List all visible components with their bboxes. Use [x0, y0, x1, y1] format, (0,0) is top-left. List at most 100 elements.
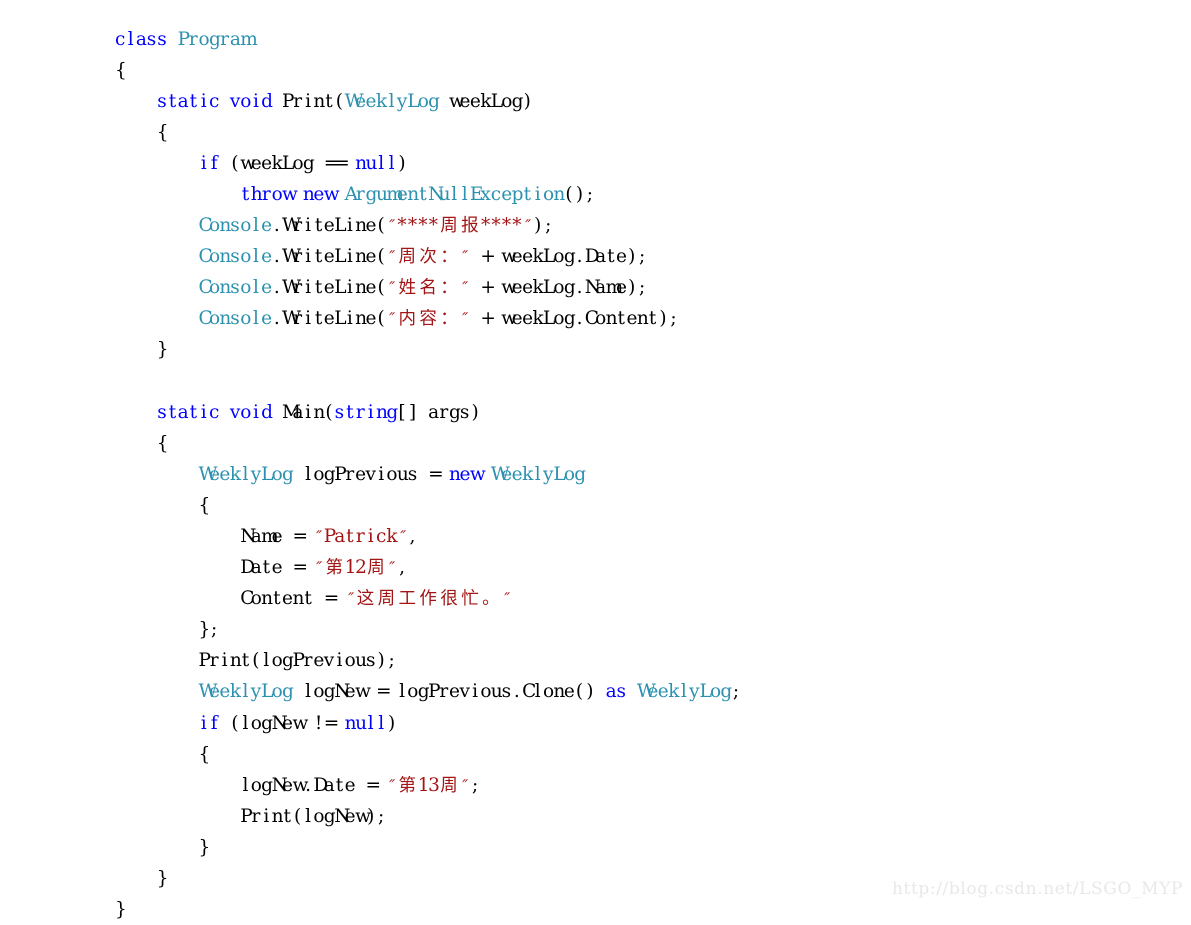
- code-indent: [115, 650, 199, 671]
- code-line: {: [115, 739, 741, 770]
- code-indent: [115, 495, 199, 516]
- code-token-punct: };: [199, 619, 220, 640]
- code-token-plain: [480, 464, 490, 485]
- code-token-plain: [626, 681, 636, 702]
- code-token-plain: .WriteLine(: [272, 246, 387, 267]
- code-line: [115, 366, 741, 397]
- code-token-plain: ): [397, 153, 407, 174]
- code-indent: [115, 775, 240, 796]
- code-token-plain: logPrevious =: [292, 464, 449, 485]
- code-line: {: [115, 428, 741, 459]
- code-token-plain: [219, 402, 229, 423]
- code-indent: [115, 588, 240, 609]
- code-token-punct: }: [115, 899, 125, 920]
- code-token-plain: [167, 29, 177, 50]
- code-token-plain: .WriteLine(: [272, 308, 387, 329]
- code-token-keyword: null: [355, 153, 397, 174]
- code-line: logNew.Date = ″第13周″;: [115, 770, 741, 801]
- code-line: static void Print(WeeklyLog weekLog): [115, 86, 741, 117]
- code-token-punct: }: [157, 868, 167, 889]
- code-token-plain: logNew.Date =: [240, 775, 386, 796]
- code-token-punct: }: [199, 837, 209, 858]
- code-token-punct: {: [115, 60, 125, 81]
- code-token-type: Console: [199, 277, 272, 298]
- code-token-plain: Date =: [240, 557, 313, 578]
- code-line: Console.WriteLine(″****周报****″);: [115, 210, 741, 241]
- code-line: if (logNew != null): [115, 708, 741, 739]
- code-token-string: ″第12周″: [313, 557, 397, 578]
- code-token-string: ″内容：″: [386, 308, 470, 329]
- code-line: Console.WriteLine(″周次：″ + weekLog.Date);: [115, 241, 741, 272]
- code-token-keyword: void: [230, 402, 272, 423]
- code-token-plain: Name =: [240, 526, 313, 547]
- code-indent: [115, 277, 199, 298]
- code-token-plain: ): [386, 713, 396, 734]
- code-token-punct: {: [157, 122, 167, 143]
- code-token-keyword: new: [449, 464, 480, 485]
- code-block[interactable]: class Program{ static void Print(WeeklyL…: [115, 24, 741, 925]
- code-line: if (weekLog == null): [115, 148, 741, 179]
- code-token-type: WeeklyLog: [345, 91, 439, 112]
- code-line: };: [115, 614, 741, 645]
- code-line: {: [115, 490, 741, 521]
- code-listing-surface: class Program{ static void Print(WeeklyL…: [0, 0, 1191, 905]
- code-token-plain: (logNew !=: [219, 713, 344, 734]
- code-line: }: [115, 334, 741, 365]
- code-token-plain: Main(: [272, 402, 335, 423]
- code-token-punct: {: [157, 433, 167, 454]
- code-indent: [115, 215, 199, 236]
- code-indent: [115, 681, 199, 702]
- code-token-plain: [334, 184, 344, 205]
- code-token-plain: Print(logNew);: [240, 806, 386, 827]
- code-token-keyword: new: [303, 184, 334, 205]
- code-token-type: WeeklyLog: [491, 464, 585, 485]
- code-token-string: ″Patrick″: [313, 526, 407, 547]
- code-token-type: Program: [178, 29, 251, 50]
- code-token-type: ArgumentNullException: [345, 184, 564, 205]
- code-token-string: ″周次：″: [386, 246, 470, 267]
- code-token-keyword: static: [157, 402, 220, 423]
- code-token-plain: Content =: [240, 588, 344, 609]
- code-token-plain: .WriteLine(: [272, 277, 387, 298]
- code-token-type: Console: [199, 215, 272, 236]
- code-line: Name = ″Patrick″,: [115, 521, 741, 552]
- code-indent: [115, 308, 199, 329]
- code-token-plain: Print(: [272, 91, 345, 112]
- code-indent: [115, 402, 157, 423]
- code-token-plain: [292, 184, 302, 205]
- code-token-keyword: class: [115, 29, 167, 50]
- code-line: WeeklyLog logPrevious = new WeeklyLog: [115, 459, 741, 490]
- code-line: {: [115, 117, 741, 148]
- code-indent: [115, 153, 199, 174]
- code-indent: [115, 433, 157, 454]
- code-token-type: WeeklyLog: [199, 464, 293, 485]
- code-token-string: ″****周报****″: [386, 215, 532, 236]
- code-token-keyword: static: [157, 91, 220, 112]
- code-line: Console.WriteLine(″姓名：″ + weekLog.Name);: [115, 272, 741, 303]
- code-indent: [115, 837, 199, 858]
- code-token-plain: (weekLog ==: [219, 153, 355, 174]
- code-line: {: [115, 55, 741, 86]
- code-token-type: Console: [199, 246, 272, 267]
- code-token-plain: + weekLog.Name);: [470, 277, 647, 298]
- code-token-plain: + weekLog.Content);: [470, 308, 679, 329]
- code-indent: [115, 744, 199, 765]
- code-token-keyword: null: [345, 713, 387, 734]
- code-line: WeeklyLog logNew = logPrevious.Clone() a…: [115, 676, 741, 707]
- code-token-string: ″第13周″: [386, 775, 470, 796]
- code-indent: [115, 339, 157, 360]
- code-token-plain: );: [533, 215, 554, 236]
- code-indent: [115, 246, 199, 267]
- code-indent: [115, 464, 199, 485]
- code-line: }: [115, 894, 741, 925]
- code-token-keyword: if: [199, 153, 220, 174]
- code-token-type: WeeklyLog: [199, 681, 293, 702]
- code-token-keyword: as: [606, 681, 627, 702]
- code-line: Content = ″这周工作很忙。″: [115, 583, 741, 614]
- code-token-keyword: if: [199, 713, 220, 734]
- code-line: static void Main(string[] args): [115, 397, 741, 428]
- code-token-plain: ();: [564, 184, 595, 205]
- code-token-plain: logNew = logPrevious.Clone(): [292, 681, 605, 702]
- code-indent: [115, 91, 157, 112]
- code-token-plain: ,: [397, 557, 407, 578]
